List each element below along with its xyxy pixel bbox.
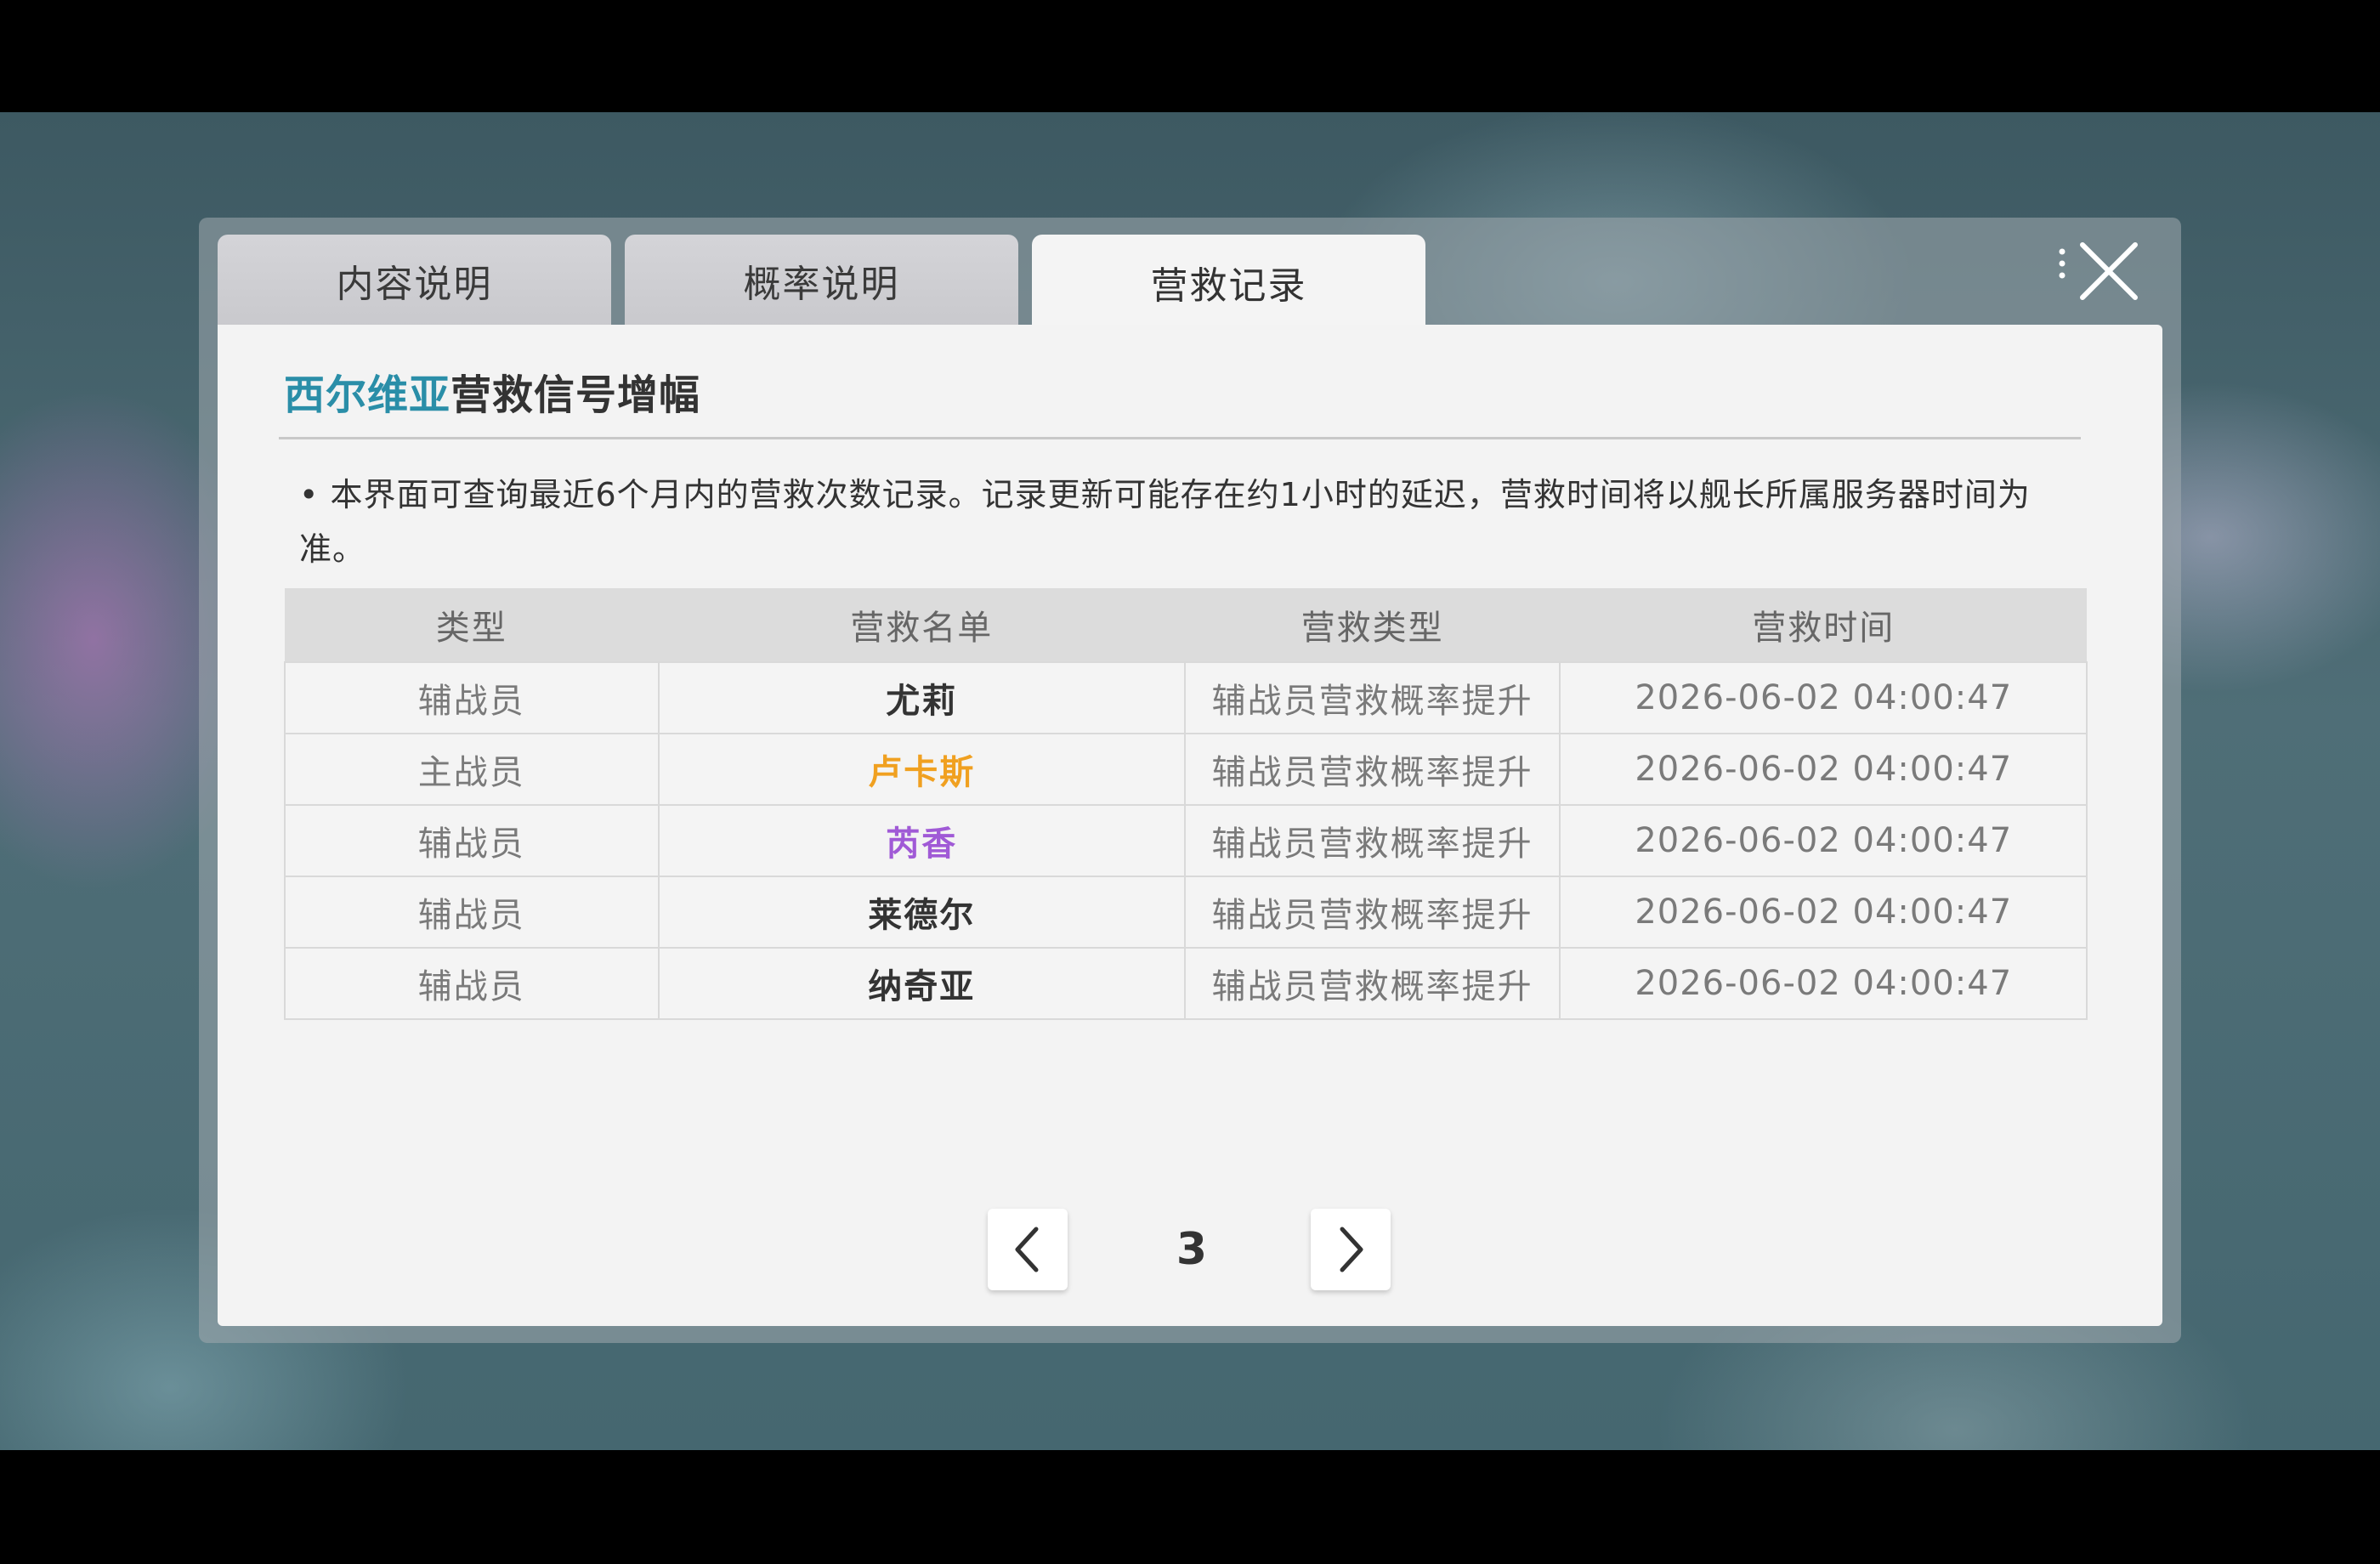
- cell-time: 2026-06-02 04:00:47: [1559, 733, 2088, 806]
- table-row: 辅战员 芮香 辅战员营救概率提升 2026-06-02 04:00:47: [284, 804, 2088, 877]
- header-type: 类型: [285, 588, 659, 662]
- cell-name: 芮香: [657, 804, 1186, 877]
- cell-rescue-type: 辅战员营救概率提升: [1183, 804, 1561, 877]
- table-row: 主战员 卢卡斯 辅战员营救概率提升 2026-06-02 04:00:47: [284, 733, 2088, 806]
- cell-rescue-type: 辅战员营救概率提升: [1183, 947, 1561, 1020]
- prev-page-button[interactable]: [988, 1209, 1068, 1290]
- next-page-button[interactable]: [1311, 1209, 1391, 1290]
- title-rest: 营救信号增幅: [450, 371, 701, 419]
- close-icon: [2059, 242, 2138, 300]
- chevron-right-icon: [1340, 1227, 1363, 1272]
- tab-probability-description[interactable]: 概率说明: [625, 235, 1018, 326]
- cell-rescue-type: 辅战员营救概率提升: [1183, 876, 1561, 949]
- cell-type: 辅战员: [284, 661, 660, 734]
- cell-time: 2026-06-02 04:00:47: [1559, 661, 2088, 734]
- rescue-records-table: 类型 营救名单 营救类型 营救时间 辅战员 尤莉 辅战员营救概率提升 2026-…: [284, 588, 2088, 1020]
- cell-type: 主战员: [284, 733, 660, 806]
- cell-type: 辅战员: [284, 947, 660, 1020]
- tab-rescue-records[interactable]: 营救记录: [1032, 235, 1425, 330]
- header-name-list: 营救名单: [658, 588, 1185, 662]
- cell-type: 辅战员: [284, 876, 660, 949]
- page-title: 西尔维亚营救信号增幅: [284, 361, 700, 421]
- notice-text: • 本界面可查询最近6个月内的营救次数记录。记录更新可能存在约1小时的延迟，营救…: [299, 476, 2031, 568]
- header-rescue-type: 营救类型: [1184, 588, 1561, 662]
- title-divider: [279, 437, 2081, 439]
- cell-name: 尤莉: [657, 661, 1186, 734]
- cell-time: 2026-06-02 04:00:47: [1559, 947, 2088, 1020]
- current-page-number: 3: [1176, 1224, 1208, 1275]
- cell-name: 纳奇亚: [657, 947, 1186, 1020]
- cell-time: 2026-06-02 04:00:47: [1559, 876, 2088, 949]
- table-row: 辅战员 纳奇亚 辅战员营救概率提升 2026-06-02 04:00:47: [284, 947, 2088, 1020]
- header-rescue-time: 营救时间: [1560, 588, 2087, 662]
- title-highlight: 西尔维亚: [284, 371, 451, 419]
- cell-time: 2026-06-02 04:00:47: [1559, 804, 2088, 877]
- cell-name: 莱德尔: [657, 876, 1186, 949]
- close-button[interactable]: [2048, 238, 2142, 306]
- tab-content-description[interactable]: 内容说明: [218, 235, 611, 326]
- table-header-row: 类型 营救名单 营救类型 营救时间: [285, 588, 2087, 662]
- chevron-left-icon: [1015, 1227, 1039, 1272]
- cell-name: 卢卡斯: [657, 733, 1186, 806]
- cell-type: 辅战员: [284, 804, 660, 877]
- cell-rescue-type: 辅战员营救概率提升: [1183, 733, 1561, 806]
- cell-rescue-type: 辅战员营救概率提升: [1183, 661, 1561, 734]
- table-row: 辅战员 莱德尔 辅战员营救概率提升 2026-06-02 04:00:47: [284, 876, 2088, 949]
- table-row: 辅战员 尤莉 辅战员营救概率提升 2026-06-02 04:00:47: [284, 661, 2088, 734]
